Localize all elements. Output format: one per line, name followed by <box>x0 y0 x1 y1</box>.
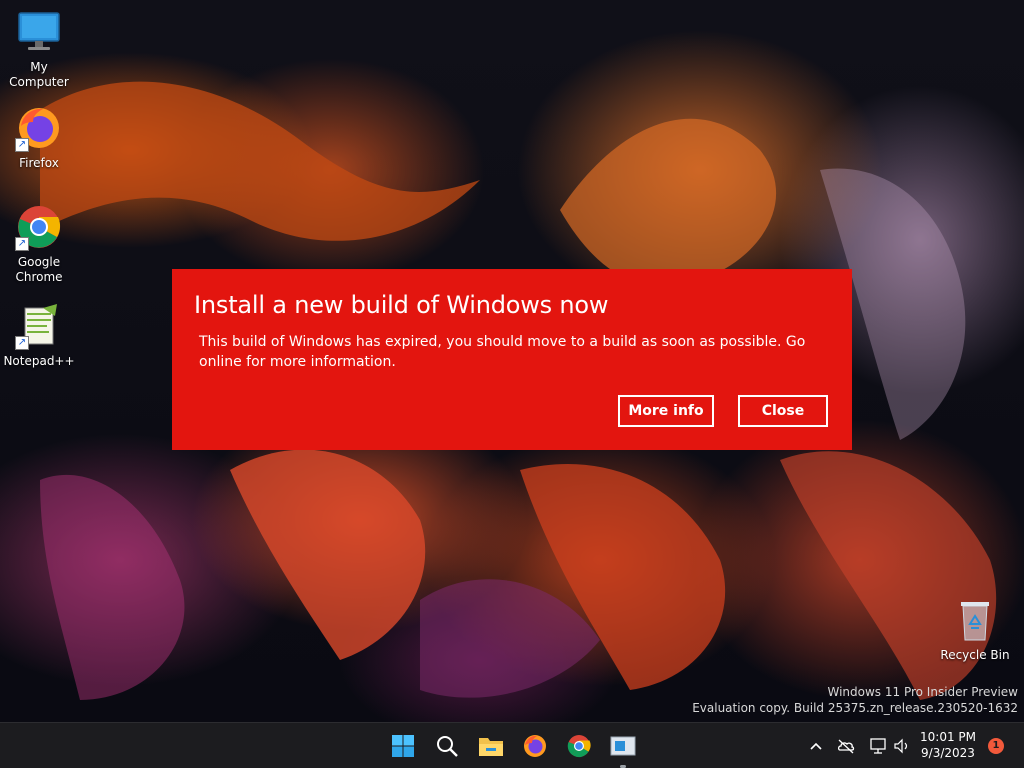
start-icon <box>392 735 414 757</box>
clock-button[interactable]: 10:01 PM 9/3/2023 <box>920 729 976 761</box>
notepadpp-icon: ↗ <box>15 302 63 350</box>
chrome-icon: ↗ <box>15 203 63 251</box>
desktop-icon-label: Notepad++ <box>3 354 75 368</box>
desktop-icon-firefox[interactable]: ↗ Firefox <box>0 104 78 171</box>
shortcut-arrow-icon: ↗ <box>15 336 29 350</box>
taskbar: 10:01 PM 9/3/2023 1 <box>0 722 1024 768</box>
monitor-icon <box>15 8 63 56</box>
dialog-message: This build of Windows has expired, you s… <box>199 334 806 370</box>
desktop-icon-label: My Computer <box>9 60 69 89</box>
desktop-icon-my-computer[interactable]: My Computer <box>0 8 78 90</box>
close-button[interactable]: Close <box>738 395 828 427</box>
watermark-build: Evaluation copy. Build 25375.zn_release.… <box>692 701 1018 715</box>
cloud-off-icon <box>837 739 855 754</box>
chrome-icon <box>567 735 591 758</box>
network-icon <box>870 738 886 754</box>
dialog-title: Install a new build of Windows now <box>194 291 609 319</box>
desktop-icon-notepadpp[interactable]: ↗ Notepad++ <box>0 302 78 369</box>
watermark-edition: Windows 11 Pro Insider Preview <box>827 685 1018 699</box>
shortcut-arrow-icon: ↗ <box>15 237 29 251</box>
chrome-taskbar-button[interactable] <box>562 729 596 763</box>
search-icon <box>437 736 458 757</box>
speaker-icon <box>894 738 908 754</box>
search-button[interactable] <box>430 729 464 763</box>
network-tray-button[interactable] <box>868 736 888 756</box>
shortcut-arrow-icon: ↗ <box>15 138 29 152</box>
desktop-icon-label: Firefox <box>19 156 59 170</box>
show-hidden-icons-button[interactable] <box>806 736 826 756</box>
recycle-bin-icon <box>951 596 999 644</box>
desktop-icon-recycle-bin[interactable]: Recycle Bin <box>936 596 1014 663</box>
firefox-icon: ↗ <box>15 104 63 152</box>
clock-time: 10:01 PM <box>920 730 976 744</box>
firefox-icon <box>524 735 546 757</box>
file-explorer-button[interactable] <box>474 729 508 763</box>
windows-watermark: Windows 11 Pro Insider Preview Evaluatio… <box>692 684 1018 716</box>
clock-date: 9/3/2023 <box>921 746 975 760</box>
onedrive-tray-button[interactable] <box>836 736 856 756</box>
file-explorer-icon <box>479 738 503 756</box>
notification-badge[interactable]: 1 <box>988 738 1004 754</box>
desktop-icon-label: Recycle Bin <box>940 648 1010 662</box>
chevron-up-icon <box>810 742 822 750</box>
volume-tray-button[interactable] <box>892 736 912 756</box>
app-window-icon <box>610 736 636 756</box>
more-info-button[interactable]: More info <box>618 395 714 427</box>
start-button[interactable] <box>386 729 420 763</box>
desktop-icon-google-chrome[interactable]: ↗ Google Chrome <box>0 203 78 285</box>
build-expired-dialog: Install a new build of Windows now This … <box>172 269 852 450</box>
app-window-taskbar-button[interactable] <box>606 729 640 768</box>
firefox-taskbar-button[interactable] <box>518 729 552 763</box>
desktop-icon-label: Google Chrome <box>15 255 63 284</box>
